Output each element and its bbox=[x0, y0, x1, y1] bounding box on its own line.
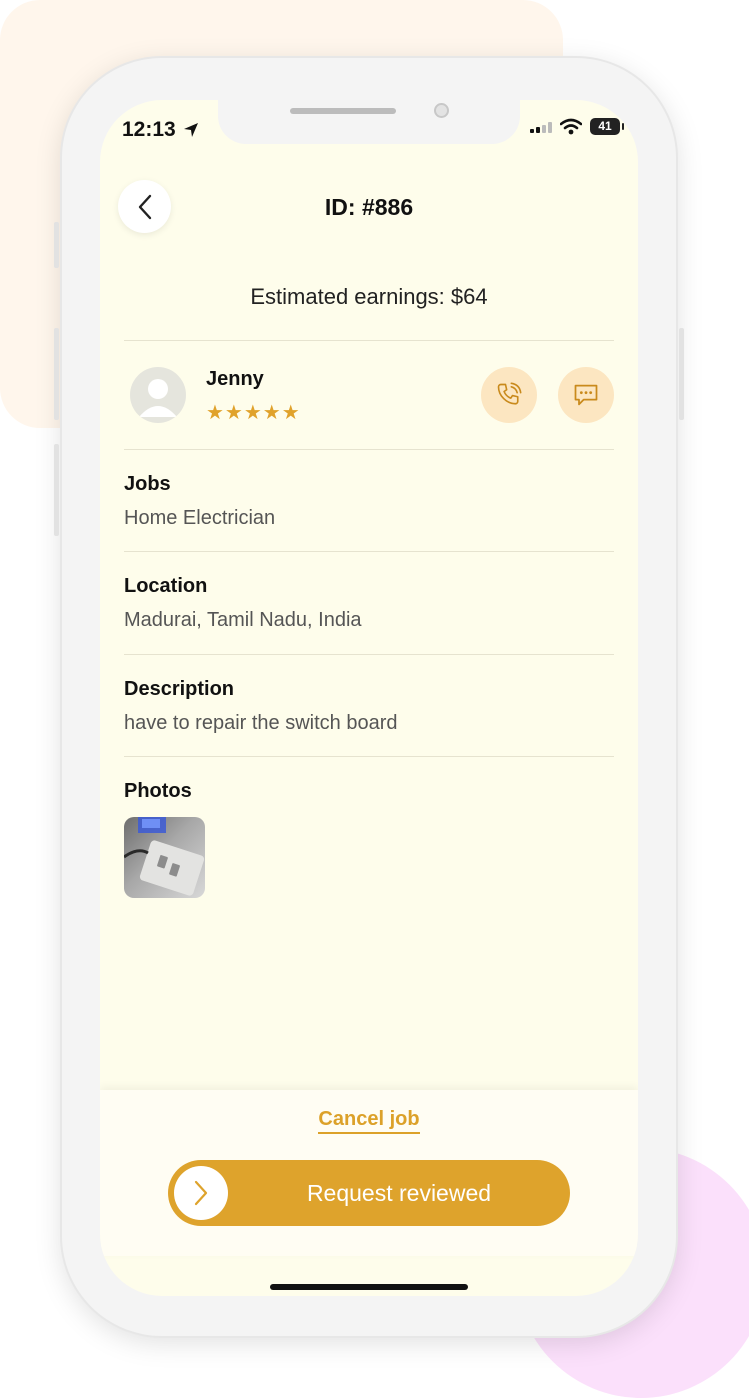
home-indicator bbox=[270, 1284, 468, 1290]
chevron-right-icon bbox=[194, 1180, 208, 1206]
battery-icon: 41 bbox=[590, 118, 624, 135]
location-value: Madurai, Tamil Nadu, India bbox=[124, 609, 362, 631]
phone-call-icon bbox=[497, 382, 522, 405]
location-arrow-icon bbox=[184, 123, 198, 137]
cta-label: Request reviewed bbox=[306, 1180, 492, 1206]
wifi-icon bbox=[560, 118, 582, 135]
description-label: Description bbox=[124, 678, 235, 700]
message-button[interactable] bbox=[558, 367, 614, 423]
customer-name: Jenny bbox=[206, 368, 264, 390]
jobs-value: Home Electrician bbox=[124, 507, 276, 529]
divider bbox=[124, 449, 614, 450]
divider bbox=[124, 340, 614, 341]
photos-label: Photos bbox=[124, 780, 192, 802]
divider bbox=[124, 551, 614, 552]
location-label: Location bbox=[124, 575, 208, 597]
cancel-job-label[interactable]: Cancel job bbox=[318, 1108, 420, 1134]
jobs-label: Jobs bbox=[124, 473, 171, 495]
slide-handle[interactable] bbox=[174, 1166, 228, 1220]
avatar bbox=[130, 367, 186, 423]
estimated-earnings: Estimated earnings: $64 bbox=[250, 284, 488, 309]
mute-switch bbox=[54, 222, 59, 268]
front-camera bbox=[434, 103, 449, 118]
user-icon bbox=[139, 379, 177, 417]
rating-stars: ★★★★★ bbox=[206, 402, 301, 424]
call-button[interactable] bbox=[481, 367, 537, 423]
status-indicators: 41 bbox=[530, 118, 624, 135]
phone-screen: 12:13 41 ID: #886 Estimated earnings: $6… bbox=[100, 100, 638, 1296]
divider bbox=[124, 756, 614, 757]
description-value: have to repair the switch board bbox=[124, 712, 398, 734]
cancel-job-link: Cancel job bbox=[100, 1108, 638, 1134]
status-time: 12:13 bbox=[122, 118, 176, 141]
divider bbox=[124, 654, 614, 655]
notch bbox=[218, 100, 520, 144]
volume-up-button bbox=[54, 328, 59, 420]
speaker-grill bbox=[290, 108, 396, 114]
chat-icon bbox=[574, 384, 598, 406]
signal-icon bbox=[530, 121, 552, 133]
action-footer: Cancel job Request reviewed bbox=[100, 1090, 638, 1256]
volume-down-button bbox=[54, 444, 59, 536]
switch-board-photo bbox=[124, 817, 205, 896]
request-reviewed-button[interactable]: Request reviewed bbox=[168, 1160, 570, 1226]
page-title: ID: #886 bbox=[324, 194, 414, 220]
photo-thumbnail[interactable] bbox=[124, 817, 205, 898]
power-button bbox=[679, 328, 684, 420]
